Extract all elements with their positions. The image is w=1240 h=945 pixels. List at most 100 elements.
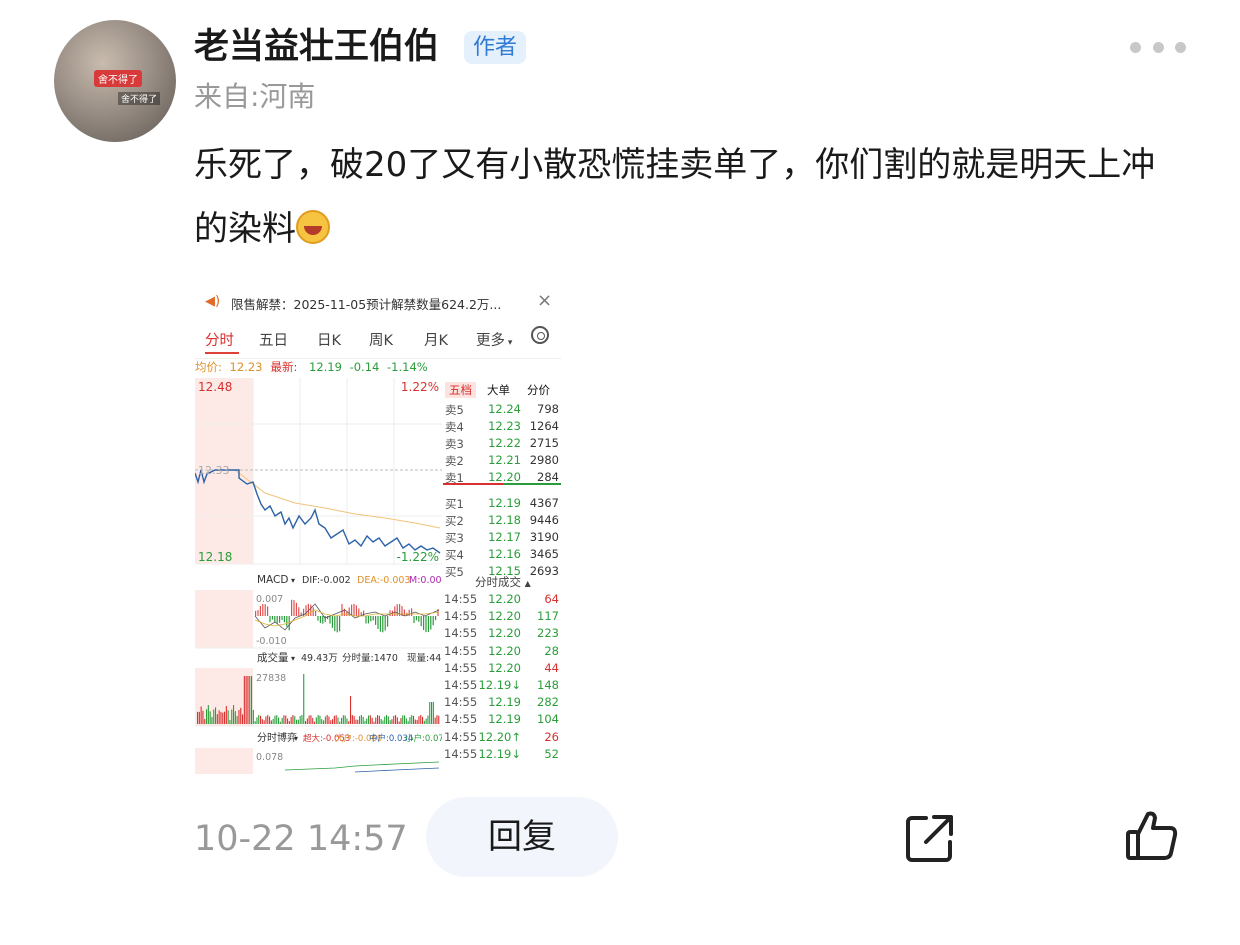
- macd-bar: [291, 599, 293, 616]
- volume-bar: [222, 712, 224, 724]
- svg-text:▾: ▾: [291, 654, 295, 663]
- volume-bar: [357, 719, 359, 724]
- share-icon[interactable]: [904, 812, 956, 864]
- macd-bar: [336, 616, 338, 633]
- volume-bar: [308, 715, 310, 724]
- bid-row: 买1 12.19 4367: [445, 496, 559, 511]
- volume-bar: [224, 711, 226, 724]
- volume-bar: [256, 717, 258, 724]
- volume-bar: [276, 715, 278, 724]
- volume-bar: [427, 715, 429, 724]
- macd-bar: [334, 616, 336, 632]
- volume-bar: [402, 715, 404, 724]
- volume-bar: [339, 721, 341, 724]
- macd-bar: [377, 616, 379, 630]
- volume-bar: [218, 710, 220, 724]
- volume-bar: [364, 720, 366, 724]
- chart-base-price: 12.33: [198, 464, 230, 477]
- avatar-caption: 舍不得了: [118, 92, 161, 105]
- trade-row: 14:55 12.19↓ 148: [444, 678, 559, 692]
- game-top: 0.078: [256, 752, 283, 763]
- tab-more: 更多 ▾: [476, 333, 513, 349]
- volume-bar: [200, 706, 202, 724]
- macd-bar: [319, 616, 321, 624]
- macd-bar: [355, 605, 357, 616]
- macd-bar: [425, 616, 427, 633]
- volume-bar: [378, 715, 380, 724]
- volume-bar: [377, 715, 379, 724]
- macd-bar: [367, 616, 369, 624]
- macd-bar: [418, 616, 420, 622]
- macd-bar: [324, 616, 326, 623]
- volume-bar: [353, 716, 355, 724]
- trade-row: 14:55 12.20 117: [444, 609, 559, 624]
- volume-bar: [380, 718, 382, 724]
- volume-bar: [317, 715, 319, 724]
- volume-bar: [420, 715, 422, 724]
- volume-bar: [396, 717, 398, 724]
- volume-bar: [207, 705, 209, 724]
- volume-bar: [382, 720, 384, 724]
- volume-bar: [351, 715, 353, 724]
- volume-max: 27838: [256, 673, 286, 684]
- volume-bar: [301, 715, 303, 724]
- volume-bar: [234, 711, 236, 724]
- volume-bar: [265, 716, 267, 724]
- close-icon: ×: [537, 290, 553, 311]
- macd-bar: [283, 616, 285, 623]
- volume-bar: [238, 710, 240, 724]
- macd-top: 0.007: [256, 594, 283, 605]
- volume-bar: [366, 718, 368, 724]
- volume-bar: [324, 716, 326, 724]
- volume-bar: [240, 707, 242, 724]
- avatar[interactable]: 舍不得了 舍不得了: [54, 20, 176, 142]
- macd-bar: [435, 616, 437, 621]
- macd-bar: [353, 603, 355, 616]
- macd-bar: [411, 608, 413, 616]
- volume-bar: [341, 717, 343, 724]
- volume-bar: [350, 696, 352, 724]
- volume-bar: [418, 716, 420, 724]
- volume-bar: [202, 710, 204, 724]
- volume-bar: [328, 716, 330, 724]
- chart-low-price: 12.18: [198, 550, 232, 564]
- thumbs-up-icon[interactable]: [1124, 808, 1180, 864]
- volume-bar: [252, 709, 254, 724]
- more-dots-icon[interactable]: [1130, 40, 1186, 54]
- volume-bar: [269, 716, 271, 724]
- volume-bar: [422, 716, 424, 724]
- macd-label: MACD: [257, 574, 288, 586]
- macd-bar: [379, 616, 381, 632]
- macd-bar: [331, 616, 333, 628]
- volume-bar: [326, 715, 328, 724]
- laughing-emoji-icon: [296, 210, 330, 244]
- volume-bar: [260, 715, 262, 724]
- volume-bar: [319, 715, 321, 724]
- reply-button[interactable]: 回复: [426, 797, 618, 877]
- volume-bar: [413, 716, 415, 724]
- game-label: 分时博弈: [257, 731, 297, 744]
- volume-bar: [386, 715, 388, 724]
- intraday-chart: 12.48 12.18 1.22% -1.22% 12.33 MACD ▾ DI…: [195, 378, 442, 774]
- volume-bar: [393, 715, 395, 724]
- stock-screenshot[interactable]: ◀) 限售解禁：2025-11-05预计解禁数量624.2万... × 分时 五…: [195, 286, 561, 774]
- gear-icon: [531, 326, 549, 344]
- tab-big-orders: 大单: [487, 383, 510, 397]
- tab-weekly-k: 周K: [369, 333, 394, 349]
- macd-bar: [408, 609, 410, 616]
- volume-bar: [423, 720, 425, 724]
- macd-bar: [384, 616, 386, 631]
- volume-bar: [346, 718, 348, 724]
- volume-bar: [274, 715, 276, 724]
- volume-bar: [270, 720, 272, 724]
- volume-bar: [310, 715, 312, 724]
- volume-bar: [254, 721, 256, 724]
- volume-bar: [231, 709, 233, 724]
- volume-bar: [337, 717, 339, 724]
- volume-bar: [267, 715, 269, 724]
- username[interactable]: 老当益壮王伯伯: [194, 24, 439, 70]
- macd-bar: [423, 616, 425, 631]
- order-book-tabs: 五档 大单 分价: [443, 380, 561, 398]
- macd-bar: [365, 616, 367, 624]
- volume-bar: [312, 717, 314, 724]
